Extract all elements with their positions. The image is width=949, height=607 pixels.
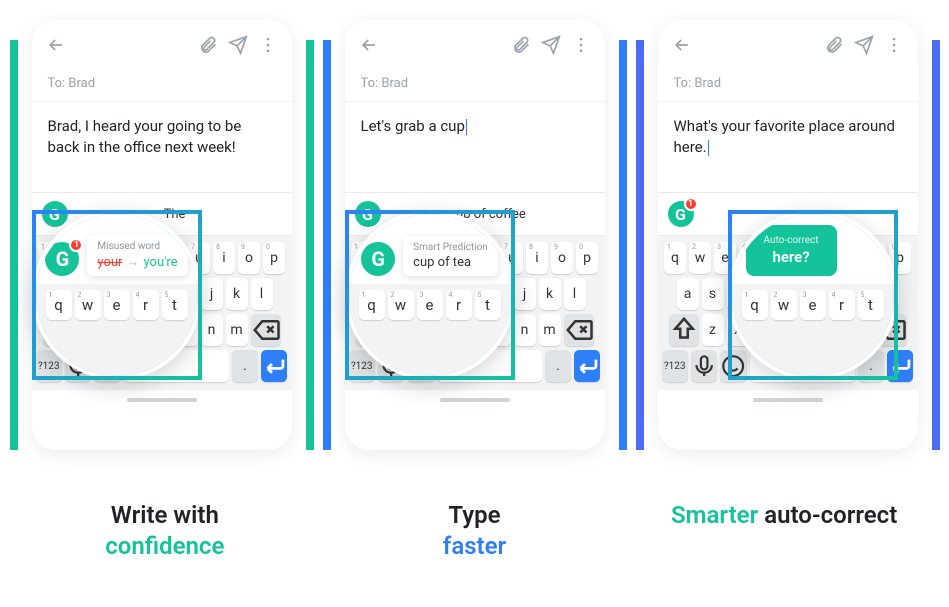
symbols-key[interactable]: ?123 bbox=[662, 350, 688, 382]
key-n[interactable]: n bbox=[514, 314, 536, 346]
mag-key-w[interactable]: 2w bbox=[75, 290, 101, 320]
key-i[interactable]: 8i bbox=[213, 242, 235, 274]
mag-key-r[interactable]: 4r bbox=[133, 290, 159, 320]
period-key[interactable]: . bbox=[545, 350, 571, 382]
enter-key[interactable] bbox=[887, 350, 913, 382]
app-topbar bbox=[345, 20, 605, 70]
magnifier-bubble: Auto-correct here? 1q2w3e4r5t bbox=[728, 210, 898, 380]
accent-bar bbox=[323, 40, 331, 450]
key-p[interactable]: 0p bbox=[576, 242, 598, 274]
mag-key-t[interactable]: 5t bbox=[475, 290, 501, 320]
key-z[interactable]: z bbox=[702, 314, 724, 346]
key-w[interactable]: 2w bbox=[689, 242, 711, 274]
recipient-field[interactable]: To: Brad bbox=[658, 70, 918, 102]
key-o[interactable]: 9o bbox=[551, 242, 573, 274]
key-k[interactable]: k bbox=[226, 278, 248, 310]
recipient-field[interactable]: To: Brad bbox=[32, 70, 292, 102]
message-body[interactable]: Let's grab a cup bbox=[345, 102, 605, 192]
send-icon[interactable] bbox=[854, 35, 874, 55]
message-body[interactable]: Brad, I heard your going to be back in t… bbox=[32, 102, 292, 192]
enter-key[interactable] bbox=[574, 350, 600, 382]
grammarly-icon[interactable]: G bbox=[355, 201, 381, 227]
emoji-key[interactable] bbox=[720, 350, 746, 382]
enter-key[interactable] bbox=[261, 350, 287, 382]
recipient-field[interactable]: To: Brad bbox=[345, 70, 605, 102]
mag-key-e[interactable]: 3e bbox=[800, 290, 826, 320]
shift-key[interactable] bbox=[669, 314, 699, 346]
period-key[interactable]: . bbox=[232, 350, 258, 382]
mic-key[interactable] bbox=[691, 350, 717, 382]
more-icon[interactable] bbox=[571, 35, 591, 55]
mag-key-w[interactable]: 2w bbox=[771, 290, 797, 320]
send-icon[interactable] bbox=[541, 35, 561, 55]
more-icon[interactable] bbox=[884, 35, 904, 55]
message-body[interactable]: What's your favorite place around here. bbox=[658, 102, 918, 192]
key-i[interactable]: 8i bbox=[526, 242, 548, 274]
key-j[interactable]: j bbox=[514, 278, 536, 310]
mag-key-w[interactable]: 2w bbox=[388, 290, 414, 320]
grammarly-icon[interactable]: G bbox=[42, 201, 68, 227]
home-indicator bbox=[127, 398, 197, 402]
backspace-key[interactable] bbox=[251, 314, 281, 346]
accent-bar bbox=[636, 40, 644, 450]
accent-bar bbox=[10, 40, 18, 450]
key-n[interactable]: n bbox=[201, 314, 223, 346]
mag-key-r[interactable]: 4r bbox=[829, 290, 855, 320]
key-k[interactable]: k bbox=[539, 278, 561, 310]
app-topbar bbox=[658, 20, 918, 70]
back-icon[interactable] bbox=[46, 35, 66, 55]
home-indicator bbox=[753, 398, 823, 402]
grammarly-icon[interactable]: G1 bbox=[45, 242, 79, 276]
key-a[interactable]: a bbox=[677, 278, 699, 310]
back-icon[interactable] bbox=[672, 35, 692, 55]
send-icon[interactable] bbox=[228, 35, 248, 55]
attach-icon[interactable] bbox=[824, 35, 844, 55]
alert-badge: 1 bbox=[684, 197, 698, 211]
mag-key-r[interactable]: 4r bbox=[446, 290, 472, 320]
grammarly-icon[interactable]: G bbox=[361, 242, 395, 276]
alert-badge: 1 bbox=[69, 238, 83, 252]
key-j[interactable]: j bbox=[201, 278, 223, 310]
autocorrect-card[interactable]: Auto-correct here? bbox=[746, 225, 837, 276]
key-l[interactable]: l bbox=[564, 278, 586, 310]
mag-key-t[interactable]: 5t bbox=[858, 290, 884, 320]
feature-caption: Type faster bbox=[324, 500, 624, 562]
mag-key-e[interactable]: 3e bbox=[417, 290, 443, 320]
mag-key-t[interactable]: 5t bbox=[162, 290, 188, 320]
feature-caption: Write with confidence bbox=[15, 500, 315, 562]
mag-key-q[interactable]: 1q bbox=[742, 290, 768, 320]
home-indicator bbox=[440, 398, 510, 402]
suggestion-card[interactable]: Smart Prediction cup of tea bbox=[403, 236, 498, 276]
accent-bar bbox=[932, 40, 940, 450]
feature-caption: Smarter auto-correct bbox=[634, 500, 934, 562]
attach-icon[interactable] bbox=[511, 35, 531, 55]
key-l[interactable]: l bbox=[251, 278, 273, 310]
app-topbar bbox=[32, 20, 292, 70]
grammarly-icon[interactable]: G1 bbox=[668, 201, 694, 227]
key-m[interactable]: m bbox=[539, 314, 561, 346]
key-o[interactable]: 9o bbox=[238, 242, 260, 274]
magnifier-bubble: G1 Misused word your→you're 1q2w3e4r5t bbox=[32, 210, 202, 380]
mag-key-q[interactable]: 1q bbox=[46, 290, 72, 320]
magnifier-bubble: G Smart Prediction cup of tea 1q2w3e4r5t bbox=[345, 210, 515, 380]
key-q[interactable]: 1q bbox=[664, 242, 686, 274]
accent-bar bbox=[619, 40, 627, 450]
mag-key-e[interactable]: 3e bbox=[104, 290, 130, 320]
backspace-key[interactable] bbox=[564, 314, 594, 346]
mag-key-q[interactable]: 1q bbox=[359, 290, 385, 320]
key-m[interactable]: m bbox=[226, 314, 248, 346]
more-icon[interactable] bbox=[258, 35, 278, 55]
key-s[interactable]: s bbox=[702, 278, 724, 310]
accent-bar bbox=[306, 40, 314, 450]
attach-icon[interactable] bbox=[198, 35, 218, 55]
suggestion-card[interactable]: Misused word your→you're bbox=[87, 235, 187, 276]
back-icon[interactable] bbox=[359, 35, 379, 55]
key-p[interactable]: 0p bbox=[263, 242, 285, 274]
